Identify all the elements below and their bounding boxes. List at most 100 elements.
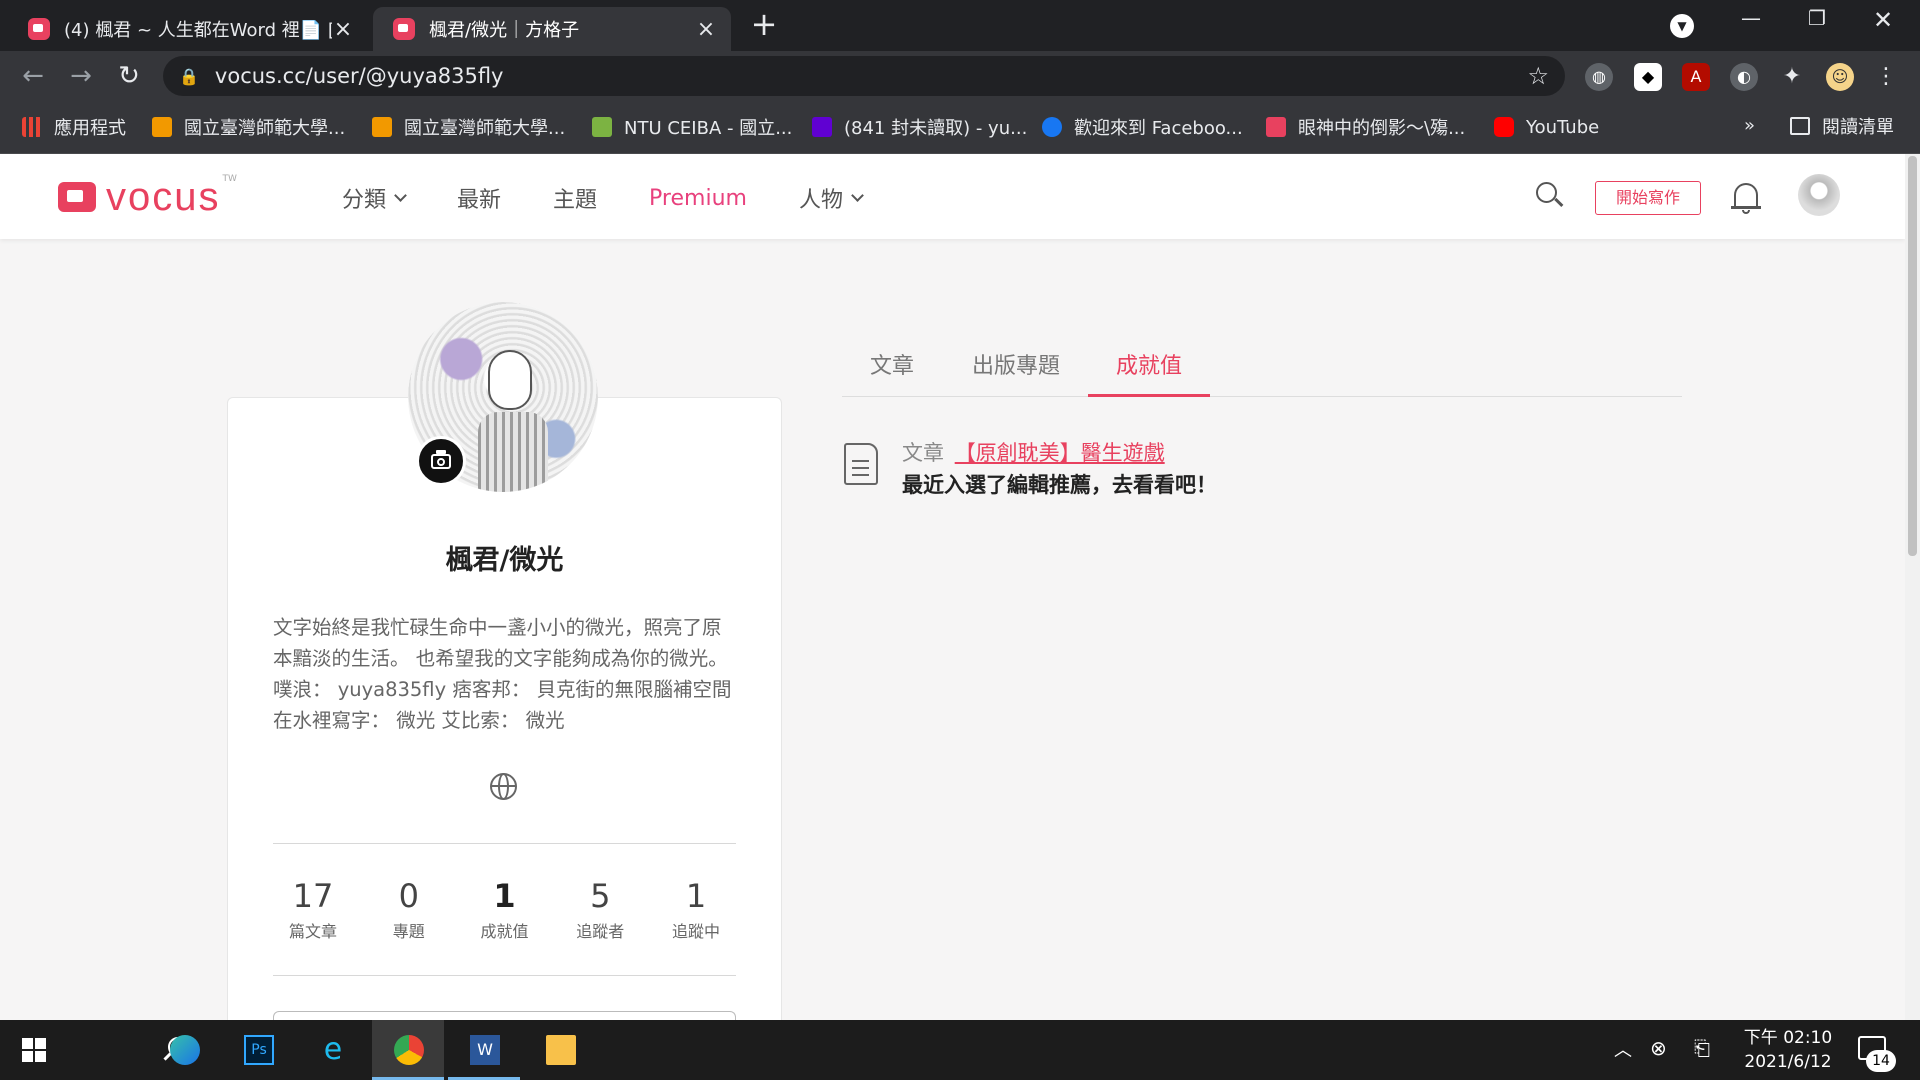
stat-value: 0	[398, 877, 419, 915]
start-writing-button[interactable]: 開始寫作	[1595, 181, 1701, 215]
vocus-logo[interactable]: vocus TW	[58, 174, 237, 219]
divider	[273, 843, 736, 844]
tab-publications[interactable]: 出版專題	[967, 348, 1065, 397]
browser-tab-active[interactable]: 楓君/微光｜方格子 ×	[373, 7, 731, 51]
facebook-icon	[1042, 117, 1062, 137]
vocus-favicon-icon	[393, 18, 415, 40]
bookmark-item[interactable]: YouTube	[1494, 113, 1599, 141]
input-method-icon[interactable]: ⎗	[1694, 1036, 1710, 1080]
document-icon	[844, 443, 878, 485]
bookmark-item[interactable]: NTU CEIBA - 國立...	[592, 113, 792, 141]
clock-time: 下午 02:10	[1743, 1028, 1833, 1048]
bookmark-label: YouTube	[1526, 116, 1600, 138]
search-icon[interactable]	[1536, 182, 1564, 208]
puzzle-extensions-icon[interactable]: ✦	[1778, 63, 1806, 91]
nav-premium[interactable]: Premium	[649, 186, 747, 211]
taskbar-photoshop[interactable]: Ps	[222, 1020, 294, 1080]
taskbar-chrome[interactable]	[372, 1020, 444, 1080]
bookmark-label: 國立臺灣師範大學...	[404, 118, 566, 139]
browser-tab[interactable]: (4) 楓君 ~ 人生都在Word 裡📄 [y ×	[8, 7, 368, 51]
new-tab-button[interactable]: +	[748, 8, 780, 40]
apps-grid-icon	[22, 117, 42, 137]
tab-articles[interactable]: 文章	[867, 348, 917, 397]
chevron-down-icon	[394, 189, 407, 202]
chrome-icon	[394, 1035, 424, 1065]
translate-extension-icon[interactable]: ◍	[1585, 63, 1613, 91]
close-window-icon[interactable]: ✕	[1858, 6, 1908, 38]
bookmark-label: 國立臺灣師範大學...	[184, 118, 346, 139]
back-arrow-icon[interactable]: ←	[16, 59, 50, 93]
close-tab-icon[interactable]: ×	[332, 17, 354, 42]
extension-icon[interactable]: ◆	[1634, 63, 1662, 91]
taskbar-explorer[interactable]	[524, 1020, 596, 1080]
more-bookmarks-icon[interactable]: »	[1744, 115, 1755, 136]
stat-topics[interactable]: 0 專題	[373, 876, 445, 942]
logo-text: vocus	[106, 175, 221, 219]
chevron-down-icon	[851, 189, 864, 202]
main-nav: 分類 最新 主題 Premium 人物	[342, 182, 914, 214]
camera-icon[interactable]	[416, 436, 466, 486]
notification-count-badge: 14	[1866, 1050, 1896, 1072]
nav-category[interactable]: 分類	[342, 182, 407, 214]
taskbar-edge[interactable]	[148, 1020, 220, 1080]
taskbar-ie[interactable]: e	[296, 1020, 368, 1080]
globe-icon[interactable]	[490, 773, 517, 800]
nav-latest[interactable]: 最新	[457, 182, 501, 214]
bookmark-item[interactable]: 國立臺灣師範大學...	[152, 113, 345, 141]
tab-achievements[interactable]: 成就值	[1088, 348, 1210, 397]
stat-achievements[interactable]: 1 成就值	[469, 876, 541, 942]
bookmark-item[interactable]: 眼神中的倒影～\殤...	[1266, 113, 1465, 141]
bookmark-star-icon[interactable]: ☆	[1527, 62, 1549, 90]
minimize-icon[interactable]: —	[1726, 6, 1776, 38]
bookmark-label: 眼神中的倒影～\殤...	[1298, 118, 1466, 139]
show-hidden-icons-icon[interactable]: ︿	[1614, 1036, 1632, 1080]
url-text[interactable]: vocus.cc/user/@yuya835fly	[215, 64, 1528, 88]
stat-value: 1	[493, 877, 516, 915]
achievement-type: 文章	[902, 441, 944, 465]
profile-name: 楓君/微光	[445, 545, 564, 576]
stat-following[interactable]: 1 追蹤中	[660, 876, 732, 942]
forward-arrow-icon[interactable]: →	[64, 59, 98, 93]
nav-people[interactable]: 人物	[799, 182, 864, 214]
scrollbar-thumb[interactable]	[1908, 156, 1917, 556]
taskbar-search[interactable]	[72, 1020, 188, 1080]
user-avatar[interactable]	[1798, 174, 1840, 216]
address-bar[interactable]: 🔒 vocus.cc/user/@yuya835fly ☆	[163, 56, 1565, 96]
stat-label: 篇文章	[288, 922, 337, 941]
windows-logo-icon	[22, 1038, 46, 1062]
article-link[interactable]: 【原創耽美】醫生遊戲	[955, 441, 1165, 465]
taskbar-clock[interactable]: 下午 02:10 2021/6/12	[1728, 1026, 1848, 1074]
bookmark-label: (841 封未讀取) - yu...	[844, 118, 1028, 139]
stat-articles[interactable]: 17 篇文章	[277, 876, 349, 942]
bookmark-item[interactable]: 歡迎來到 Faceboo...	[1042, 113, 1243, 141]
tab-search-icon[interactable]: ▼	[1670, 14, 1694, 38]
nav-label: 最新	[457, 188, 502, 213]
extension-icon[interactable]: ◐	[1730, 63, 1758, 91]
reading-list-button[interactable]: 閱讀清單	[1790, 113, 1894, 139]
reload-icon[interactable]: ↻	[112, 59, 146, 93]
network-disconnected-icon[interactable]: ⊗	[1650, 1036, 1667, 1080]
close-tab-icon[interactable]: ×	[695, 17, 717, 42]
bookmark-item[interactable]: 國立臺灣師範大學...	[372, 113, 565, 141]
ntnu-favicon-icon	[152, 117, 172, 137]
bookmark-item[interactable]: (841 封未讀取) - yu...	[812, 113, 1027, 141]
tab-title: 楓君/微光｜方格子	[429, 20, 580, 41]
bookmark-apps[interactable]: 應用程式	[22, 113, 126, 141]
restore-window-icon[interactable]: ❐	[1792, 6, 1842, 38]
windows-taskbar: Ps e W ︿ ⊗ ⎗ 下午 02:10 2021/6/12 14	[0, 1020, 1920, 1080]
profile-avatar-icon[interactable]: ☺	[1826, 63, 1854, 91]
clock-date: 2021/6/12	[1744, 1052, 1832, 1072]
lock-icon[interactable]: 🔒	[179, 67, 199, 86]
taskbar-word[interactable]: W	[448, 1020, 520, 1080]
bell-icon[interactable]	[1731, 180, 1761, 214]
page-scrollbar[interactable]	[1905, 154, 1920, 1020]
stat-followers[interactable]: 5 追蹤者	[564, 876, 636, 942]
stat-value: 17	[292, 877, 334, 915]
vocus-favicon-icon	[1266, 117, 1286, 137]
acrobat-extension-icon[interactable]: A	[1682, 63, 1710, 91]
more-menu-icon[interactable]: ⋮	[1872, 63, 1900, 91]
start-button[interactable]	[0, 1020, 72, 1080]
stat-label: 成就值	[480, 922, 529, 941]
profile-bio: 文字始終是我忙碌生命中一盞小小的微光，照亮了原本黯淡的生活。 也希望我的文字能夠…	[273, 616, 732, 732]
nav-topics[interactable]: 主題	[553, 182, 597, 214]
